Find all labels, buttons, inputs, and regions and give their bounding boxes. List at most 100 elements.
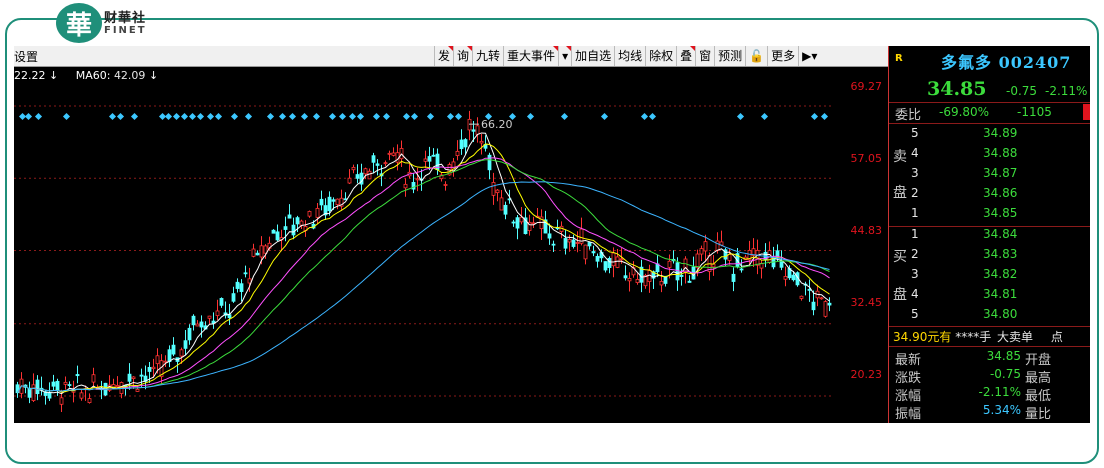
sell-level-row[interactable]: 3 34.87 bbox=[911, 166, 1090, 186]
buy-level-row[interactable]: 4 34.81 bbox=[911, 287, 1090, 307]
candle-body bbox=[155, 355, 160, 365]
level-price: 34.86 bbox=[983, 186, 1018, 200]
level-number: 3 bbox=[911, 166, 919, 180]
buy-level-row[interactable]: 1 34.84 bbox=[911, 227, 1090, 247]
event-diamond-icon bbox=[278, 112, 287, 121]
candle-body bbox=[799, 295, 804, 299]
buy-level-row[interactable]: 2 34.83 bbox=[911, 247, 1090, 267]
toolbar-button[interactable]: 除权 bbox=[645, 46, 676, 66]
event-diamond-icon bbox=[244, 112, 253, 121]
candle-body bbox=[299, 220, 304, 226]
toolbar-button[interactable]: 均线 bbox=[614, 46, 645, 66]
candle-body bbox=[215, 310, 220, 316]
toolbar-button[interactable]: 窗 bbox=[695, 46, 714, 66]
ma30-line bbox=[17, 159, 830, 393]
sell-level-row[interactable]: 5 34.89 bbox=[911, 126, 1090, 146]
candle-body bbox=[287, 214, 292, 219]
quote-panel: R 多氟多 002407 34.85 -0.75 -2.11% 委比 -69.8… bbox=[888, 46, 1090, 423]
candle-body bbox=[479, 140, 484, 144]
price-level-3: 44.83 bbox=[850, 224, 883, 237]
candle-body bbox=[635, 278, 640, 283]
toolbar-button[interactable]: 预测 bbox=[714, 46, 745, 66]
candle-body bbox=[515, 217, 520, 229]
peak-label: 66.20 bbox=[481, 118, 513, 131]
candle-body bbox=[731, 273, 736, 282]
level-number: 5 bbox=[911, 126, 919, 140]
toolbar-button[interactable]: 更多 bbox=[767, 46, 798, 66]
toolbar-button[interactable]: 重大事件 bbox=[503, 46, 559, 66]
stat-key: 振幅 bbox=[895, 407, 922, 422]
kline-chart[interactable]: 66.20 bbox=[14, 66, 888, 423]
candle-body bbox=[791, 274, 796, 281]
settings-button[interactable]: 设置 bbox=[14, 48, 38, 65]
toolbar-button[interactable]: ▶▾ bbox=[798, 46, 820, 66]
sell-level-row[interactable]: 1 34.85 bbox=[911, 206, 1090, 226]
toolbar-button[interactable]: 加自选 bbox=[571, 46, 614, 66]
candle-body bbox=[495, 189, 500, 194]
toolbar-button[interactable]: 🔓 bbox=[745, 46, 767, 66]
candle-body bbox=[191, 315, 196, 326]
trading-screen: 66.20 设置 发询九转 重大事件 ▾ 加自选 均线 除权叠窗预测 🔓 更多 ▶▾ 22.22… bbox=[14, 46, 1090, 423]
candle-body bbox=[63, 381, 68, 385]
event-diamond-icon bbox=[372, 112, 381, 121]
candle-body bbox=[179, 349, 184, 357]
buy-label-1: 买 bbox=[893, 249, 907, 265]
event-diamond-icon bbox=[454, 112, 463, 121]
kline-svg: 66.20 bbox=[14, 105, 834, 412]
candle-body bbox=[571, 239, 576, 247]
event-diamond-icon bbox=[648, 112, 657, 121]
sell-level-row[interactable]: 4 34.88 bbox=[911, 146, 1090, 166]
event-diamond-icon bbox=[288, 112, 297, 121]
event-diamond-icon bbox=[62, 112, 71, 121]
sell-label-1: 卖 bbox=[893, 149, 907, 165]
price-level-1: 69.27 bbox=[850, 80, 883, 93]
candle-body bbox=[315, 207, 320, 218]
candle-body bbox=[427, 156, 432, 162]
event-diamond-icon bbox=[810, 112, 819, 121]
candle-body bbox=[403, 183, 408, 189]
candle-body bbox=[163, 360, 168, 363]
event-diamond-icon bbox=[402, 112, 411, 121]
candle-body bbox=[67, 384, 72, 386]
event-diamond-icon bbox=[640, 112, 649, 121]
toolbar-button[interactable]: ▾ bbox=[558, 46, 572, 66]
toolbar-button[interactable]: 叠 bbox=[676, 46, 696, 66]
candle-body bbox=[307, 211, 312, 217]
candle-body bbox=[575, 242, 580, 244]
candle-body bbox=[511, 221, 516, 224]
level-price: 34.80 bbox=[983, 307, 1018, 321]
candle-body bbox=[167, 349, 172, 363]
candle-body bbox=[351, 166, 356, 171]
ma60-line bbox=[17, 181, 830, 393]
candle-body bbox=[183, 340, 188, 349]
event-diamond-icon bbox=[600, 112, 609, 121]
down-arrow-icon: ↓ bbox=[49, 69, 59, 82]
candle-body bbox=[607, 258, 612, 269]
event-diamond-icon bbox=[356, 112, 365, 121]
toolbar-button[interactable]: 九转 bbox=[472, 46, 503, 66]
event-diamond-icon bbox=[560, 112, 569, 121]
r-badge: R bbox=[895, 53, 903, 64]
level-number: 4 bbox=[911, 146, 919, 160]
buy-level-row[interactable]: 3 34.82 bbox=[911, 267, 1090, 287]
candle-body bbox=[171, 344, 176, 355]
candle-body bbox=[115, 385, 120, 388]
candle-body bbox=[567, 239, 572, 243]
event-diamond-icon bbox=[820, 112, 829, 121]
toolbar-button[interactable]: 询 bbox=[453, 46, 473, 66]
level-number: 2 bbox=[911, 247, 919, 261]
stat-value: 34.85 bbox=[986, 349, 1021, 363]
wb-pct: -69.80% bbox=[939, 105, 990, 119]
sell-level-row[interactable]: 2 34.86 bbox=[911, 186, 1090, 206]
ma-a-value: 22.22 bbox=[14, 69, 46, 82]
toolbar-button[interactable]: 发 bbox=[434, 46, 454, 66]
candle-body bbox=[595, 255, 600, 262]
candle-body bbox=[355, 174, 360, 179]
candle-body bbox=[367, 170, 372, 180]
candle-body bbox=[547, 233, 552, 239]
level-price: 34.85 bbox=[983, 206, 1018, 220]
buy-level-row[interactable]: 5 34.80 bbox=[911, 307, 1090, 327]
candle-body bbox=[239, 283, 244, 292]
event-diamond-icon bbox=[24, 112, 33, 121]
candle-body bbox=[619, 258, 624, 261]
